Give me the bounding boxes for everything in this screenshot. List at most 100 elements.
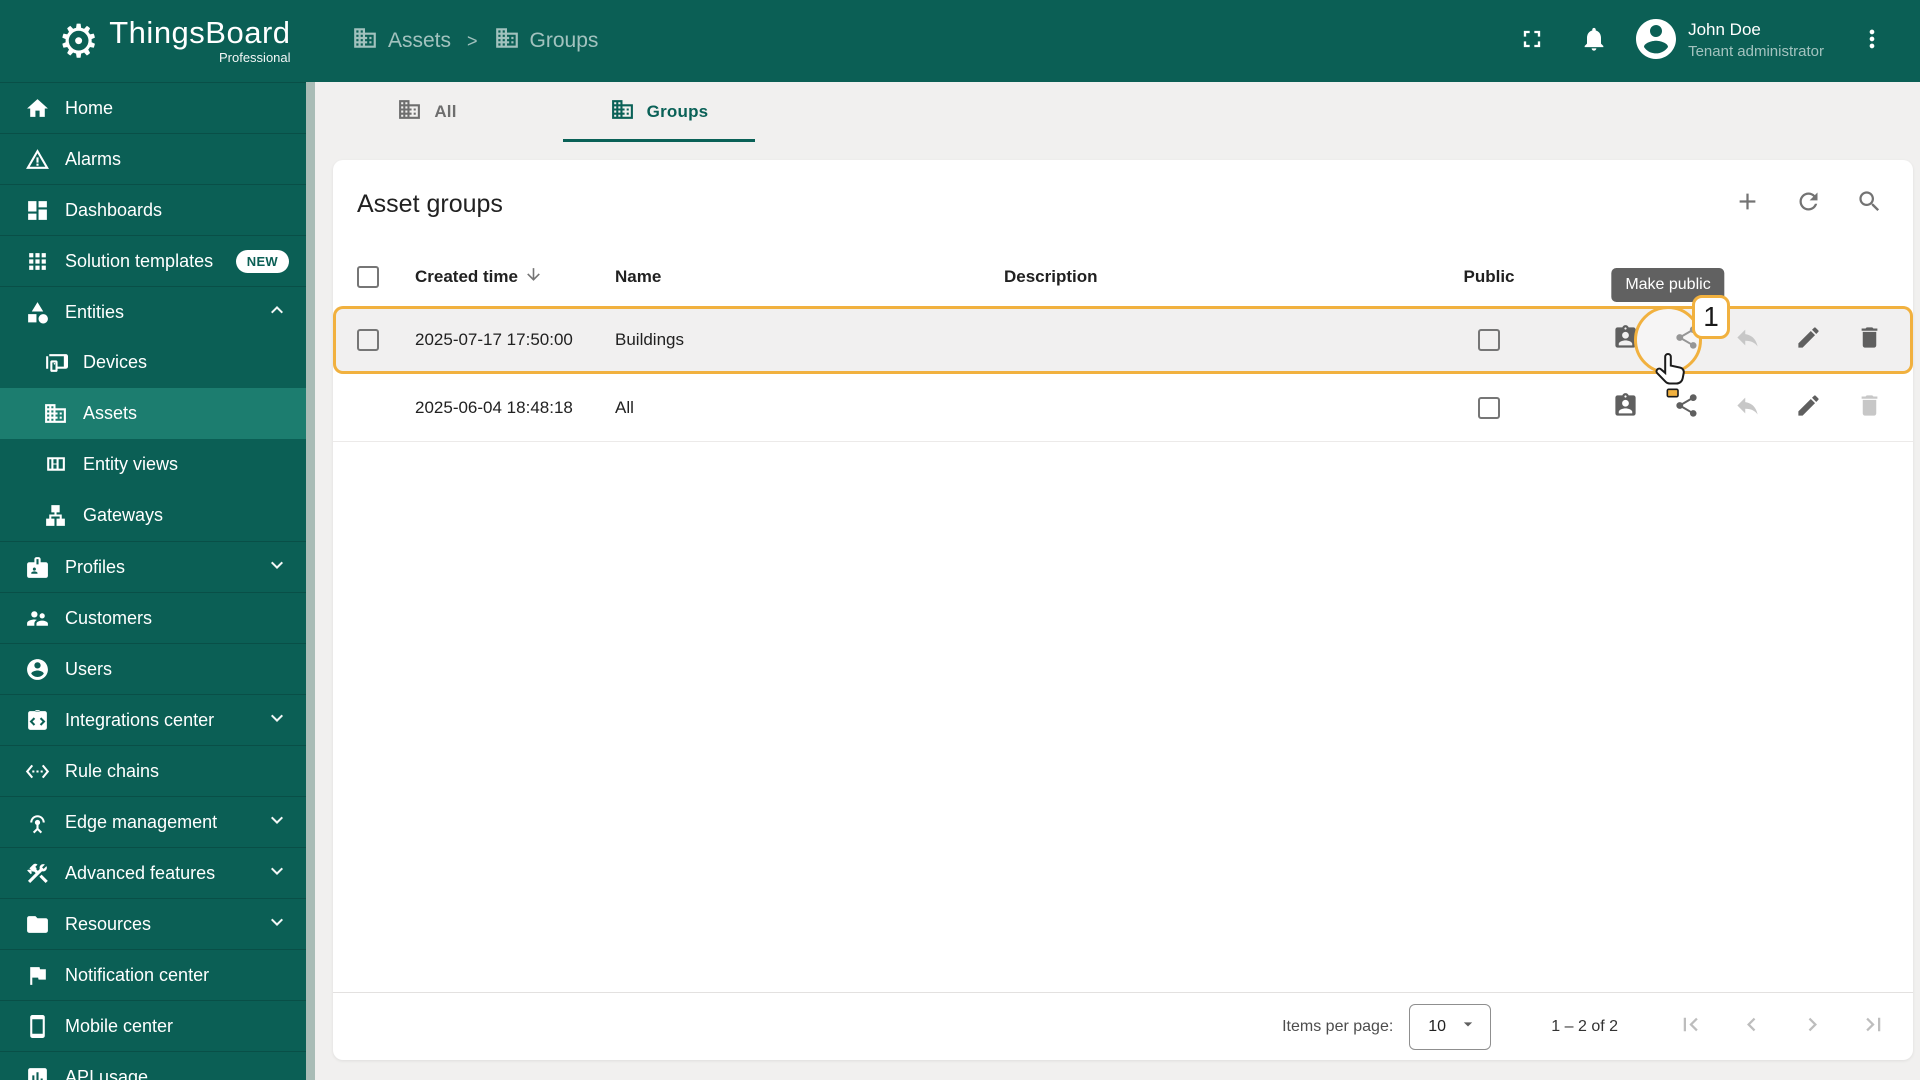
first-page-icon xyxy=(1677,1011,1704,1043)
sidebar-item-label: Profiles xyxy=(65,556,126,577)
pencil-icon xyxy=(1795,392,1822,424)
pagination-bar: Items per page: 10 1 – 2 of 2 xyxy=(333,992,1913,1060)
last-page-icon xyxy=(1860,1011,1887,1043)
sidebar-item-entities[interactable]: Entities xyxy=(0,286,315,337)
sidebar-item-assets[interactable]: Assets xyxy=(0,388,315,439)
sidebar-item-edge-management[interactable]: Edge management xyxy=(0,796,315,847)
column-header-created-time[interactable]: Created time xyxy=(405,265,605,289)
page-size-select[interactable]: 10 xyxy=(1409,1003,1492,1050)
sidebar-item-mobile-center[interactable]: Mobile center xyxy=(0,1000,315,1051)
manage-users-button[interactable] xyxy=(1605,388,1645,428)
notifications-button[interactable] xyxy=(1572,19,1616,63)
logo-text: ThingsBoard Professional xyxy=(109,17,290,65)
sidebar-item-devices[interactable]: Devices xyxy=(0,337,315,388)
fullscreen-button[interactable] xyxy=(1510,19,1554,63)
chevron-right-icon xyxy=(1799,1011,1826,1043)
building-icon xyxy=(352,25,378,57)
sidebar-item-entity-views[interactable]: Entity views xyxy=(0,439,315,490)
sidebar-item-profiles[interactable]: Profiles xyxy=(0,541,315,592)
first-page-button xyxy=(1670,1007,1710,1047)
user-info: John Doe Tenant administrator xyxy=(1688,19,1824,62)
sidebar-item-home[interactable]: Home xyxy=(0,82,315,133)
sidebar-item-notification-center[interactable]: Notification center xyxy=(0,949,315,1000)
sidebar-item-label: Dashboards xyxy=(65,199,163,220)
sidebar-item-api-usage[interactable]: API usage xyxy=(0,1051,315,1080)
column-label: Name xyxy=(615,267,662,286)
sidebar-item-label: Resources xyxy=(65,913,152,934)
search-button[interactable] xyxy=(1849,184,1889,224)
sidebar-scrollbar[interactable] xyxy=(306,82,315,1080)
sidebar-item-gateways[interactable]: Gateways xyxy=(0,490,315,541)
user-name: John Doe xyxy=(1688,20,1761,40)
app-name: ThingsBoard xyxy=(109,15,291,51)
user-menu-button[interactable] xyxy=(1850,19,1894,63)
trash-icon xyxy=(1856,392,1883,424)
delete-button xyxy=(1849,388,1889,428)
pagination-nav xyxy=(1670,1007,1893,1047)
sidebar-item-solution-templates[interactable]: Solution templates NEW xyxy=(0,235,315,286)
column-header-public[interactable]: Public xyxy=(1439,267,1539,287)
tab-spacer xyxy=(523,82,563,142)
page-size-value: 10 xyxy=(1428,1017,1447,1035)
sidebar-item-alarms[interactable]: Alarms xyxy=(0,133,315,184)
tab-all[interactable]: All xyxy=(331,82,523,142)
sort-desc-icon xyxy=(524,265,543,289)
row-checkbox[interactable] xyxy=(357,329,379,351)
thingsboard-logo[interactable]: ⚙ ThingsBoard Professional xyxy=(58,17,291,65)
refresh-button[interactable] xyxy=(1788,184,1828,224)
search-icon xyxy=(1856,188,1883,220)
sidebar-item-customers[interactable]: Customers xyxy=(0,592,315,643)
breadcrumb-assets[interactable]: Assets xyxy=(352,25,451,57)
tab-label: Groups xyxy=(646,102,709,121)
sidebar-item-resources[interactable]: Resources xyxy=(0,898,315,949)
building-icon xyxy=(494,25,520,57)
warning-icon xyxy=(24,146,50,172)
sidebar-item-label: Assets xyxy=(83,403,138,423)
make-private-button xyxy=(1727,388,1767,428)
chevron-left-icon xyxy=(1738,1011,1765,1043)
sidebar-item-dashboards[interactable]: Dashboards xyxy=(0,184,315,235)
undo-arrow-icon xyxy=(1734,392,1761,424)
sidebar-item-label: Users xyxy=(65,658,113,679)
sidebar-item-label: Mobile center xyxy=(65,1015,174,1036)
edit-button[interactable] xyxy=(1788,320,1828,360)
smartphone-icon xyxy=(24,1013,50,1039)
account-circle-icon xyxy=(24,656,50,682)
breadcrumb-groups[interactable]: Groups xyxy=(494,25,599,57)
sidebar-item-users[interactable]: Users xyxy=(0,643,315,694)
avatar-icon xyxy=(1632,15,1680,68)
sidebar-item-advanced-features[interactable]: Advanced features xyxy=(0,847,315,898)
last-page-button xyxy=(1853,1007,1893,1047)
app-edition: Professional xyxy=(218,49,291,65)
public-checkbox[interactable] xyxy=(1478,329,1500,351)
apps-grid-icon xyxy=(24,248,50,274)
sidebar-item-label: Gateways xyxy=(83,505,164,525)
public-checkbox[interactable] xyxy=(1478,396,1500,419)
breadcrumb-label: Groups xyxy=(529,29,599,52)
sidebar-item-label: Notification center xyxy=(65,964,210,985)
add-button[interactable] xyxy=(1727,184,1767,224)
sidebar-item-rule-chains[interactable]: Rule chains xyxy=(0,745,315,796)
hand-cursor xyxy=(1650,350,1694,403)
chevron-down-icon xyxy=(265,859,289,888)
building-icon xyxy=(610,97,635,127)
make-private-button xyxy=(1727,320,1767,360)
bell-icon xyxy=(1580,25,1608,58)
next-page-button xyxy=(1792,1007,1832,1047)
chevron-down-icon xyxy=(265,553,289,582)
delete-button[interactable] xyxy=(1849,320,1889,360)
home-icon xyxy=(24,95,50,121)
user-avatar[interactable] xyxy=(1634,18,1678,63)
tab-groups[interactable]: Groups xyxy=(563,82,755,142)
category-icon xyxy=(24,299,50,325)
column-header-name[interactable]: Name xyxy=(605,267,994,287)
edit-button[interactable] xyxy=(1788,388,1828,428)
select-all-checkbox[interactable] xyxy=(357,266,379,288)
user-role: Tenant administrator xyxy=(1688,43,1824,61)
sidebar-item-integrations-center[interactable]: Integrations center xyxy=(0,694,315,745)
plus-icon xyxy=(1734,188,1761,220)
badge-icon xyxy=(24,554,50,580)
fullscreen-icon xyxy=(1518,25,1546,58)
column-header-description[interactable]: Description xyxy=(994,267,1439,287)
undo-arrow-icon xyxy=(1734,324,1761,356)
